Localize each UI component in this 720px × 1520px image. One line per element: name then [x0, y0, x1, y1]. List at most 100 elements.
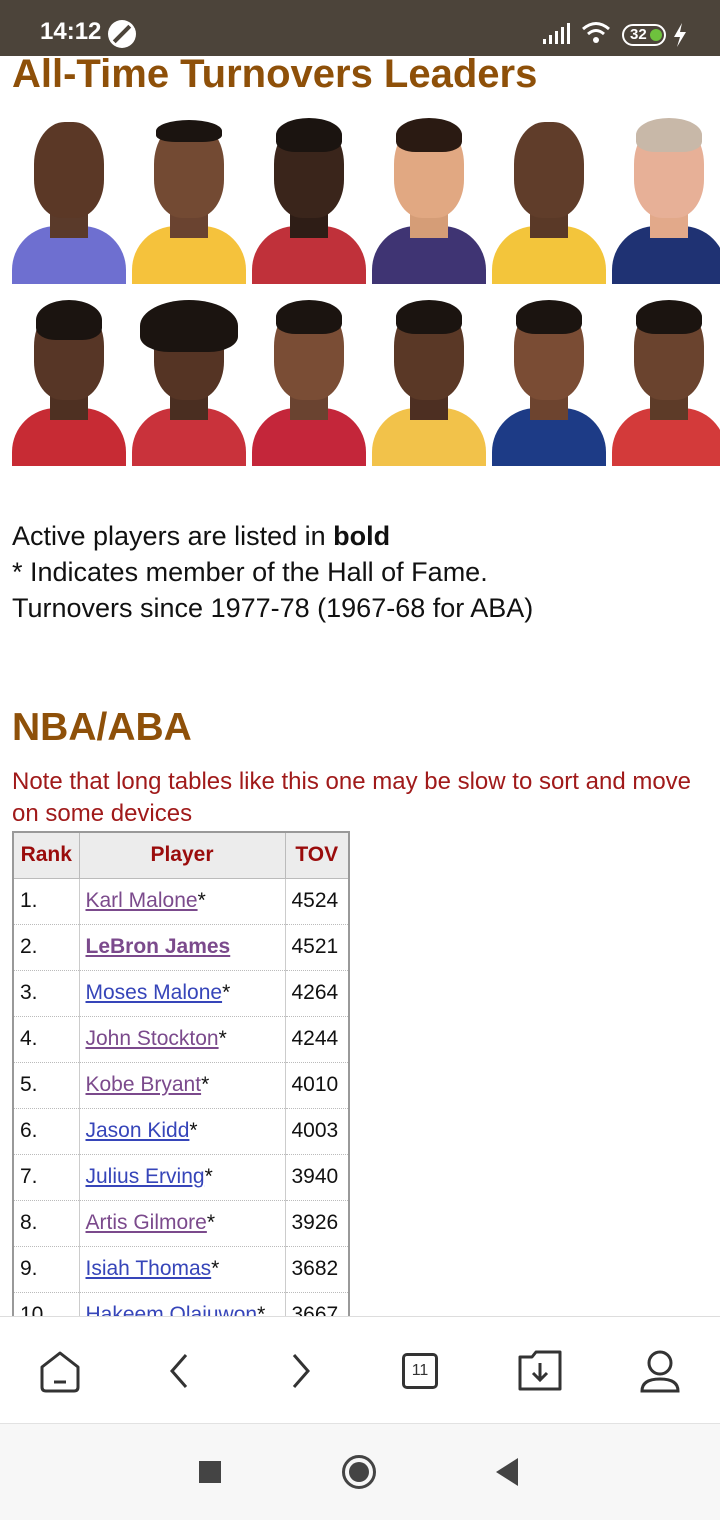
leaders-table: Rank Player TOV 1. Karl Malone* 4524 2. …	[12, 831, 350, 1316]
player-photo	[492, 116, 606, 284]
profile-icon	[640, 1350, 680, 1393]
tov-column-header[interactable]: TOV	[284, 831, 350, 879]
rank-cell: 2.	[13, 924, 80, 971]
player-link[interactable]: Hakeem Olajuwon	[86, 1303, 258, 1316]
home-button[interactable]	[36, 1347, 84, 1395]
battery-icon: 32	[622, 24, 666, 46]
system-back-button[interactable]	[496, 1458, 518, 1486]
table-row: 6. Jason Kidd* 4003	[13, 1108, 350, 1155]
table-row: 1. Karl Malone* 4524	[13, 878, 350, 925]
status-bar: 14:12 32	[0, 0, 720, 56]
tov-cell: 3682	[285, 1246, 350, 1293]
player-cell: Artis Gilmore*	[79, 1200, 286, 1247]
table-row: 5. Kobe Bryant* 4010	[13, 1062, 350, 1109]
page-title: All-Time Turnovers Leaders	[12, 56, 538, 96]
signal-icon	[543, 23, 570, 44]
player-photo	[612, 116, 720, 284]
rank-cell: 7.	[13, 1154, 80, 1201]
player-column-header[interactable]: Player	[78, 831, 286, 879]
profile-button[interactable]	[636, 1347, 684, 1395]
rank-cell: 10.	[13, 1292, 80, 1316]
download-folder-icon	[518, 1350, 562, 1391]
tov-cell: 4244	[285, 1016, 350, 1063]
downloads-button[interactable]	[516, 1347, 564, 1395]
status-time: 14:12	[40, 18, 102, 45]
table-row: 7. Julius Erving* 3940	[13, 1154, 350, 1201]
tov-cell: 4264	[285, 970, 350, 1017]
table-row: 4. John Stockton* 4244	[13, 1016, 350, 1063]
player-cell: Isiah Thomas*	[79, 1246, 286, 1293]
player-photo	[612, 298, 720, 466]
player-cell: Hakeem Olajuwon*	[79, 1292, 286, 1316]
tov-cell: 3940	[285, 1154, 350, 1201]
player-photo	[12, 298, 126, 466]
home-icon	[40, 1351, 80, 1393]
tov-cell: 3926	[285, 1200, 350, 1247]
player-cell: John Stockton*	[79, 1016, 286, 1063]
rank-cell: 1.	[13, 878, 80, 925]
charging-icon	[674, 23, 686, 47]
rank-cell: 8.	[13, 1200, 80, 1247]
player-link[interactable]: Artis Gilmore	[86, 1211, 207, 1234]
tov-cell: 4521	[285, 924, 350, 971]
table-row: 8. Artis Gilmore* 3926	[13, 1200, 350, 1247]
wifi-icon	[582, 22, 610, 43]
bold-word: bold	[333, 521, 391, 551]
rank-cell: 9.	[13, 1246, 80, 1293]
player-photo	[132, 298, 246, 466]
recents-button[interactable]	[199, 1461, 221, 1483]
hall-of-fame-note: * Indicates member of the Hall of Fame.	[12, 557, 488, 587]
system-home-button[interactable]	[342, 1455, 376, 1489]
table-row: 10. Hakeem Olajuwon* 3667	[13, 1292, 350, 1316]
player-link[interactable]: Karl Malone	[86, 889, 198, 912]
do-not-disturb-icon	[108, 20, 136, 48]
chevron-right-icon	[292, 1354, 310, 1388]
player-photo	[372, 116, 486, 284]
section-note: Note that long tables like this one may …	[12, 768, 692, 827]
rank-cell: 4.	[13, 1016, 80, 1063]
tov-cell: 4010	[285, 1062, 350, 1109]
rank-cell: 5.	[13, 1062, 80, 1109]
rank-cell: 3.	[13, 970, 80, 1017]
player-photo	[252, 298, 366, 466]
rank-cell: 6.	[13, 1108, 80, 1155]
player-link[interactable]: LeBron James	[86, 935, 231, 958]
browser-toolbar: 11	[0, 1316, 720, 1424]
player-cell: Moses Malone*	[79, 970, 286, 1017]
player-cell: LeBron James	[79, 924, 286, 971]
chevron-left-icon	[170, 1354, 188, 1388]
table-row: 9. Isiah Thomas* 3682	[13, 1246, 350, 1293]
player-photo	[132, 116, 246, 284]
player-photo	[492, 298, 606, 466]
player-link[interactable]: Moses Malone	[86, 981, 223, 1004]
forward-button[interactable]	[276, 1347, 324, 1395]
player-photo	[12, 116, 126, 284]
table-header-row: Rank Player TOV	[12, 831, 350, 879]
player-photo	[372, 298, 486, 466]
tabs-button[interactable]: 11	[396, 1347, 444, 1395]
player-cell: Kobe Bryant*	[79, 1062, 286, 1109]
player-link[interactable]: Jason Kidd	[86, 1119, 190, 1142]
player-link[interactable]: Julius Erving	[86, 1165, 205, 1188]
player-link[interactable]: Isiah Thomas	[86, 1257, 212, 1280]
table-row: 2. LeBron James 4521	[13, 924, 350, 971]
player-cell: Karl Malone*	[79, 878, 286, 925]
tab-count: 11	[402, 1353, 438, 1389]
section-title: NBA/ABA	[12, 706, 192, 749]
legend-notes: Active players are listed in bold * Indi…	[12, 518, 533, 626]
player-cell: Julius Erving*	[79, 1154, 286, 1201]
player-link[interactable]: Kobe Bryant	[86, 1073, 202, 1096]
tov-cell: 4003	[285, 1108, 350, 1155]
table-row: 3. Moses Malone* 4264	[13, 970, 350, 1017]
battery-level: 32	[630, 26, 647, 43]
player-link[interactable]: John Stockton	[86, 1027, 219, 1050]
player-photo	[252, 116, 366, 284]
tov-cell: 4524	[285, 878, 350, 925]
player-cell: Jason Kidd*	[79, 1108, 286, 1155]
turnovers-since-note: Turnovers since 1977-78 (1967-68 for ABA…	[12, 593, 534, 623]
tov-cell: 3667	[285, 1292, 350, 1316]
rank-column-header[interactable]: Rank	[12, 831, 80, 879]
back-button[interactable]	[156, 1347, 204, 1395]
web-page[interactable]: All-Time Turnovers Leaders Active player…	[0, 56, 720, 1316]
active-players-note: Active players are listed in bold	[12, 521, 391, 551]
